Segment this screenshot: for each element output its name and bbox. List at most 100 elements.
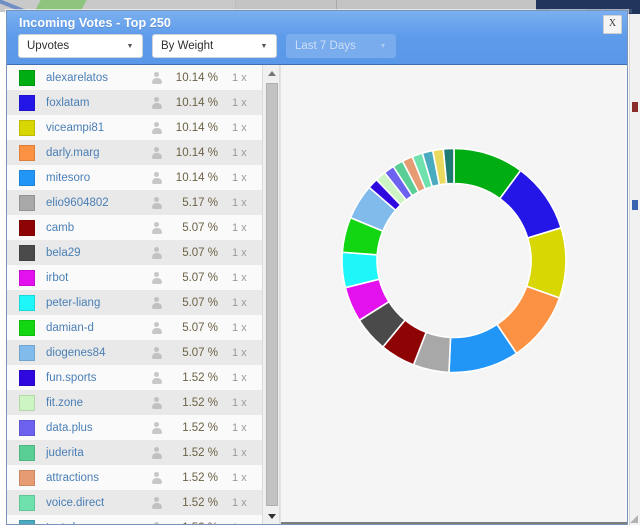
voter-name-link[interactable]: viceampi81 bbox=[46, 122, 150, 134]
color-swatch bbox=[19, 269, 35, 286]
vote-multiplier: 1 x bbox=[232, 321, 247, 334]
voter-name-link[interactable]: darly.marg bbox=[46, 147, 150, 159]
user-icon bbox=[150, 371, 163, 384]
color-swatch bbox=[19, 294, 35, 311]
vote-percent: 10.14 % bbox=[175, 146, 218, 159]
page-title: Incoming Votes - Top 250 bbox=[19, 16, 171, 30]
scrollbar-thumb[interactable] bbox=[266, 83, 278, 506]
table-row[interactable]: diogenes84 5.07 % 1 x bbox=[7, 340, 262, 365]
table-row[interactable]: elio9604802 5.17 % 1 x bbox=[7, 190, 262, 215]
voter-name-link[interactable]: elio9604802 bbox=[46, 197, 150, 209]
chevron-down-icon: ▼ bbox=[260, 42, 268, 50]
donut-chart-pane bbox=[280, 65, 627, 524]
table-row[interactable]: camb 5.07 % 1 x bbox=[7, 215, 262, 240]
list-scrollbar[interactable] bbox=[262, 65, 280, 524]
table-row[interactable]: irbot 5.07 % 1 x bbox=[7, 265, 262, 290]
voters-list-pane: alexarelatos 10.14 % 1 x foxlatam 10.14 % 1 x… bbox=[7, 65, 262, 524]
voter-name-link[interactable]: attractions bbox=[46, 472, 150, 484]
voter-name-link[interactable]: fit.zone bbox=[46, 397, 150, 409]
filter-dropdown-metric-label: Upvotes bbox=[27, 40, 70, 52]
close-icon[interactable]: X bbox=[603, 15, 622, 34]
donut-slice[interactable] bbox=[525, 226, 567, 299]
vote-multiplier: 1 x bbox=[232, 146, 247, 159]
voter-name-link[interactable]: fun.sports bbox=[46, 372, 150, 384]
voter-name-link[interactable]: data.plus bbox=[46, 422, 150, 434]
table-row[interactable]: voice.direct 1.52 % 1 x bbox=[7, 490, 262, 515]
vote-percent: 5.07 % bbox=[182, 221, 218, 234]
table-row[interactable]: peter-liang 5.07 % 1 x bbox=[7, 290, 262, 315]
table-row[interactable]: mitesoro 10.14 % 1 x bbox=[7, 165, 262, 190]
voter-name-link[interactable]: irbot bbox=[46, 272, 150, 284]
user-icon bbox=[150, 496, 163, 509]
voter-name-link[interactable]: juderita bbox=[46, 447, 150, 459]
table-row[interactable]: viceampi81 10.14 % 1 x bbox=[7, 115, 262, 140]
user-icon bbox=[150, 396, 163, 409]
user-icon bbox=[150, 521, 163, 524]
color-swatch bbox=[19, 219, 35, 236]
voter-name-link[interactable]: foxlatam bbox=[46, 97, 150, 109]
table-row[interactable]: fun.sports 1.52 % 1 x bbox=[7, 365, 262, 390]
color-swatch bbox=[19, 69, 35, 86]
vote-percent: 10.14 % bbox=[175, 71, 218, 84]
triangle-up-icon[interactable] bbox=[263, 65, 281, 81]
table-row[interactable]: fit.zone 1.52 % 1 x bbox=[7, 390, 262, 415]
filter-dropdown-metric[interactable]: Upvotes ▼ bbox=[18, 34, 143, 58]
right-strip-chip bbox=[632, 200, 638, 210]
vote-percent: 1.52 % bbox=[182, 421, 218, 434]
table-row[interactable]: damian-d 5.07 % 1 x bbox=[7, 315, 262, 340]
table-row[interactable]: bela29 5.07 % 1 x bbox=[7, 240, 262, 265]
user-icon bbox=[150, 196, 163, 209]
voter-name-link[interactable]: damian-d bbox=[46, 322, 150, 334]
table-row[interactable]: tasty.buzz 1.52 % 1 x bbox=[7, 515, 262, 524]
table-row[interactable]: foxlatam 10.14 % 1 x bbox=[7, 90, 262, 115]
color-swatch bbox=[19, 94, 35, 111]
voter-name-link[interactable]: diogenes84 bbox=[46, 347, 150, 359]
vote-multiplier: 1 x bbox=[232, 71, 247, 84]
triangle-down-icon[interactable] bbox=[263, 508, 281, 524]
voters-list: alexarelatos 10.14 % 1 x foxlatam 10.14 % 1 x… bbox=[7, 65, 262, 524]
vote-percent: 10.14 % bbox=[175, 171, 218, 184]
table-row[interactable]: attractions 1.52 % 1 x bbox=[7, 465, 262, 490]
vote-multiplier: 1 x bbox=[232, 271, 247, 284]
vote-percent: 10.14 % bbox=[175, 121, 218, 134]
table-row[interactable]: darly.marg 10.14 % 1 x bbox=[7, 140, 262, 165]
voter-name-link[interactable]: peter-liang bbox=[46, 297, 150, 309]
filter-dropdown-sort[interactable]: By Weight ▼ bbox=[152, 34, 277, 58]
voter-name-link[interactable]: bela29 bbox=[46, 247, 150, 259]
dialog-title-bar: Incoming Votes - Top 250 X Upvotes ▼ By … bbox=[7, 11, 627, 65]
color-swatch bbox=[19, 319, 35, 336]
vote-percent: 5.07 % bbox=[182, 271, 218, 284]
color-swatch bbox=[19, 119, 35, 136]
vote-multiplier: 1 x bbox=[232, 246, 247, 259]
vote-percent: 5.17 % bbox=[182, 196, 218, 209]
vote-multiplier: 1 x bbox=[232, 121, 247, 134]
filter-dropdown-period[interactable]: Last 7 Days ▼ bbox=[286, 34, 396, 58]
table-row[interactable]: juderita 1.52 % 1 x bbox=[7, 440, 262, 465]
voter-name-link[interactable]: camb bbox=[46, 222, 150, 234]
user-icon bbox=[150, 346, 163, 359]
table-row[interactable]: alexarelatos 10.14 % 1 x bbox=[7, 65, 262, 90]
dialog-content: alexarelatos 10.14 % 1 x foxlatam 10.14 % 1 x… bbox=[7, 65, 627, 524]
donut-chart[interactable] bbox=[338, 145, 570, 382]
vote-multiplier: 1 x bbox=[232, 171, 247, 184]
donut-chart-svg bbox=[341, 147, 567, 374]
vote-multiplier: 1 x bbox=[232, 96, 247, 109]
color-swatch bbox=[19, 244, 35, 261]
voter-name-link[interactable]: tasty.buzz bbox=[46, 522, 150, 525]
pane-bottom-edge bbox=[281, 522, 627, 524]
color-swatch bbox=[19, 444, 35, 461]
vote-percent: 1.52 % bbox=[182, 371, 218, 384]
voter-name-link[interactable]: alexarelatos bbox=[46, 72, 150, 84]
resize-corner-icon[interactable] bbox=[630, 515, 638, 523]
color-swatch bbox=[19, 369, 35, 386]
color-swatch bbox=[19, 194, 35, 211]
user-icon bbox=[150, 71, 163, 84]
user-icon bbox=[150, 296, 163, 309]
right-strip-chip bbox=[632, 102, 638, 112]
chevron-down-icon: ▼ bbox=[126, 42, 134, 50]
user-icon bbox=[150, 271, 163, 284]
table-row[interactable]: data.plus 1.52 % 1 x bbox=[7, 415, 262, 440]
voter-name-link[interactable]: voice.direct bbox=[46, 497, 150, 509]
voter-name-link[interactable]: mitesoro bbox=[46, 172, 150, 184]
filter-toolbar: Upvotes ▼ By Weight ▼ Last 7 Days ▼ bbox=[18, 34, 396, 58]
